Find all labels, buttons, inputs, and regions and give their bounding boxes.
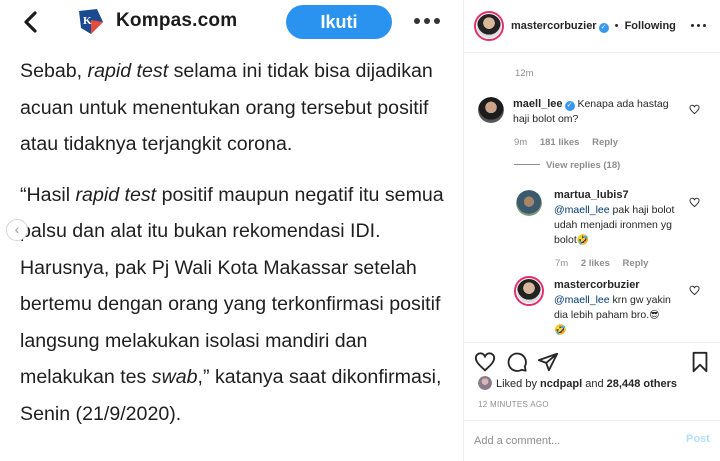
avatar[interactable] [514,276,544,306]
comment-box: Post [464,420,720,461]
follow-button[interactable]: Ikuti [286,5,392,39]
heart-icon[interactable] [689,104,700,115]
reply-mention[interactable]: @maell_lee [554,204,610,216]
likes-prefix: Liked by [496,378,541,390]
header-text: mastercorbuzier ✓ • Following [511,20,676,33]
bookmark-icon[interactable] [689,351,711,373]
emoji: 🤣 [554,325,567,336]
posted-time: 12 MINUTES AGO [478,400,549,409]
heart-icon[interactable] [689,285,700,296]
reply-username[interactable]: martua_lubis7 [554,189,629,201]
carousel-prev-icon[interactable]: ‹ [6,219,28,241]
more-horizontal-icon[interactable] [414,18,440,26]
reply-button[interactable]: Reply [623,258,649,269]
likes-and: and [582,378,607,390]
reply-meta: 7m 2 likes Reply [555,258,658,269]
view-replies-button[interactable]: View replies (18) [514,160,620,171]
emoji: 😎 [649,310,660,321]
comment-likes[interactable]: 181 likes [540,137,580,148]
comment-time: 9m [514,137,528,148]
reply-text: martua_lubis7 @maell_lee pak haji bolot … [554,188,684,248]
article-paragraph-2: “Hasil rapid test positif maupun negatif… [20,183,444,425]
article-body: Sebab, rapid test selama ini tidak bisa … [20,53,450,446]
reply-username[interactable]: mastercorbuzier [554,279,640,291]
share-icon[interactable] [537,351,559,373]
article-panel: K Kompas.com Ikuti Sebab, rapid test sel… [0,0,463,461]
separator-dot: • [614,20,619,32]
reply-mention[interactable]: @maell_lee [554,294,610,306]
following-button[interactable]: Following [625,20,676,32]
emoji: 🤣 [576,235,590,246]
view-replies-label: View replies (18) [546,160,621,171]
avatar[interactable] [516,190,542,216]
avatar[interactable] [478,376,492,390]
comment-icon[interactable] [506,351,528,373]
svg-text:K: K [83,15,92,27]
article-header: K Kompas.com Ikuti [0,0,463,44]
post-author-username[interactable]: mastercorbuzier [511,20,597,32]
comment-username[interactable]: maell_lee [513,98,563,110]
article-paragraph-1: Sebab, rapid test selama ini tidak bisa … [20,60,433,155]
earlier-comment-time: 12m [515,68,534,79]
comment-text: maell_lee ✓ Kenapa ada hastag haji bolot … [513,97,683,127]
heart-icon[interactable] [689,197,700,208]
kompas-logo-icon: K [79,9,103,34]
verified-badge-icon: ✓ [564,101,575,111]
post-header: mastercorbuzier ✓ • Following [464,0,720,53]
likes-row: Liked by ncdpapl and 28,448 others [478,376,677,390]
avatar[interactable] [474,11,504,41]
avatar[interactable] [478,97,504,123]
more-options-icon[interactable] [691,24,709,29]
reply-button[interactable]: Reply [592,137,618,148]
post-button[interactable]: Post [686,433,710,445]
comment-meta: 9m 181 likes Reply [514,137,628,148]
liked-by-username[interactable]: ncdpapl [540,378,582,390]
heart-icon[interactable] [474,351,496,373]
comment-input[interactable] [474,433,669,449]
likes-count[interactable]: 28,448 others [607,378,677,390]
reply-likes[interactable]: 2 likes [581,258,610,269]
reply-time: 7m [555,258,569,269]
instagram-panel: mastercorbuzier ✓ • Following 12m maell_l… [463,0,720,461]
verified-badge-icon: ✓ [598,23,609,33]
brand-name: Kompas.com [116,10,238,31]
reply-text: mastercorbuzier @maell_lee krn gw yakin … [554,278,684,338]
chevron-left-icon[interactable] [20,10,42,34]
